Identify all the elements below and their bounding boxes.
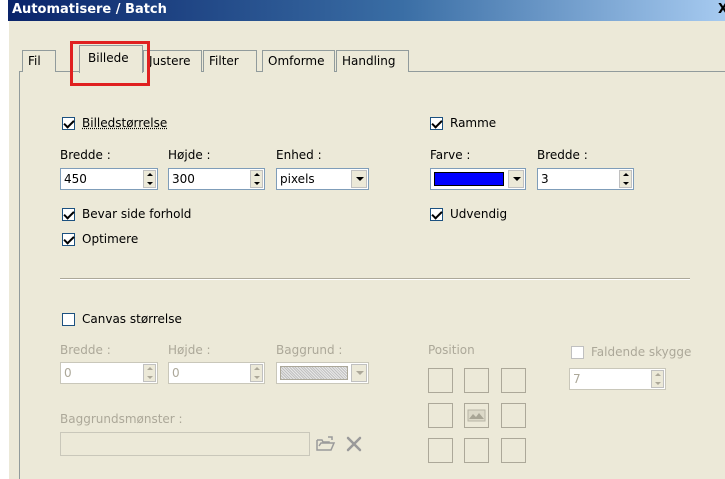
spin-down-icon[interactable] — [254, 182, 260, 185]
window-title: Automatisere / Batch — [12, 2, 167, 17]
shadow-spinner[interactable]: 7 — [569, 368, 666, 390]
pattern-path-field[interactable] — [60, 432, 310, 456]
spin-down-icon[interactable] — [147, 182, 153, 185]
position-bottom-center[interactable] — [464, 438, 489, 463]
tab-label: Filter — [209, 54, 239, 68]
frame-width-spinner[interactable]: 3 — [537, 168, 634, 190]
spin-up-icon[interactable] — [623, 173, 629, 176]
height-value: 300 — [172, 172, 195, 186]
frame-checkbox[interactable] — [430, 117, 443, 130]
background-label: Baggrund : — [276, 343, 343, 357]
position-label: Position — [428, 343, 475, 357]
image-size-checkbox[interactable] — [62, 117, 75, 130]
position-bottom-right[interactable] — [501, 438, 526, 463]
unit-select[interactable]: pixels — [276, 168, 369, 190]
color-swatch — [434, 172, 504, 186]
spin-up-icon[interactable] — [655, 373, 661, 376]
tab-omforme[interactable]: Omforme — [262, 50, 335, 72]
dropdown-button[interactable] — [351, 170, 367, 188]
keep-ratio-checkbox[interactable] — [62, 208, 75, 221]
shadow-checkbox[interactable] — [571, 346, 584, 359]
spin-up-icon[interactable] — [254, 173, 260, 176]
width-label: Bredde : — [60, 148, 111, 162]
pattern-label: Baggrundsmønster : — [60, 412, 183, 426]
color-label: Farve : — [430, 148, 471, 162]
canvas-width-value: 0 — [64, 366, 72, 380]
canvas-height-spinner[interactable]: 0 — [168, 362, 265, 384]
pattern-swatch — [280, 366, 348, 380]
outside-label: Udvendig — [450, 207, 508, 221]
canvas-width-spinner[interactable]: 0 — [60, 362, 158, 384]
close-icon[interactable]: X — [718, 2, 725, 20]
title-bar: Automatisere / Batch — [8, 0, 725, 21]
spin-down-icon[interactable] — [623, 182, 629, 185]
color-select[interactable] — [430, 168, 526, 190]
position-middle-left[interactable] — [428, 403, 453, 428]
canvas-label: Canvas størrelse — [82, 312, 182, 326]
chevron-down-icon — [513, 177, 521, 181]
frame-width-label: Bredde : — [537, 148, 588, 162]
optimize-label: Optimere — [82, 232, 139, 246]
highlight-box — [70, 41, 150, 86]
optimize-checkbox[interactable] — [62, 233, 75, 246]
unit-label: Enhed : — [276, 148, 322, 162]
spin-buttons[interactable] — [651, 370, 664, 388]
canvas-width-label: Bredde : — [60, 343, 111, 357]
tab-justere[interactable]: Justere — [143, 50, 202, 72]
outside-checkbox[interactable] — [430, 208, 443, 221]
folder-open-icon[interactable] — [314, 434, 338, 454]
shadow-label: Faldende skygge — [591, 345, 692, 359]
dropdown-button[interactable] — [351, 364, 367, 382]
position-middle-right[interactable] — [501, 403, 526, 428]
spin-up-icon[interactable] — [147, 173, 153, 176]
canvas-height-label: Højde : — [168, 343, 211, 357]
position-center[interactable] — [464, 403, 489, 428]
chevron-down-icon — [356, 177, 364, 181]
separator — [60, 278, 690, 280]
spin-buttons[interactable] — [250, 170, 263, 188]
frame-label: Ramme — [450, 116, 497, 130]
canvas-checkbox[interactable] — [62, 313, 75, 326]
tab-filter[interactable]: Filter — [203, 50, 257, 72]
unit-value: pixels — [280, 172, 315, 186]
image-placeholder-icon — [467, 409, 486, 422]
position-top-right[interactable] — [501, 368, 526, 393]
tab-label: Handling — [342, 54, 396, 68]
spin-buttons[interactable] — [143, 364, 156, 382]
image-size-label: Billedstørrelse — [82, 116, 168, 130]
canvas-height-value: 0 — [172, 366, 180, 380]
width-spinner[interactable]: 450 — [60, 168, 158, 190]
spin-buttons[interactable] — [143, 170, 156, 188]
keep-ratio-label: Bevar side forhold — [82, 207, 192, 221]
width-value: 450 — [64, 172, 87, 186]
spin-down-icon[interactable] — [655, 382, 661, 385]
tab-handling[interactable]: Handling — [336, 50, 409, 72]
spin-buttons[interactable] — [250, 364, 263, 382]
dropdown-button[interactable] — [508, 170, 524, 188]
spin-buttons[interactable] — [619, 170, 632, 188]
chevron-down-icon — [356, 371, 364, 375]
spin-down-icon[interactable] — [254, 376, 260, 379]
spin-down-icon[interactable] — [147, 376, 153, 379]
shadow-value: 7 — [573, 372, 581, 386]
frame-width-value: 3 — [541, 172, 549, 186]
position-bottom-left[interactable] — [428, 438, 453, 463]
tab-label: Omforme — [268, 54, 325, 68]
height-label: Højde : — [168, 148, 211, 162]
tab-label: Fil — [28, 54, 41, 68]
spin-up-icon[interactable] — [147, 367, 153, 370]
clear-x-icon[interactable] — [344, 434, 364, 454]
background-select[interactable] — [276, 362, 369, 384]
height-spinner[interactable]: 300 — [168, 168, 265, 190]
spin-up-icon[interactable] — [254, 367, 260, 370]
tab-label: Justere — [149, 54, 191, 68]
position-top-center[interactable] — [464, 368, 489, 393]
tab-fil[interactable]: Fil — [22, 50, 56, 72]
position-top-left[interactable] — [428, 368, 453, 393]
